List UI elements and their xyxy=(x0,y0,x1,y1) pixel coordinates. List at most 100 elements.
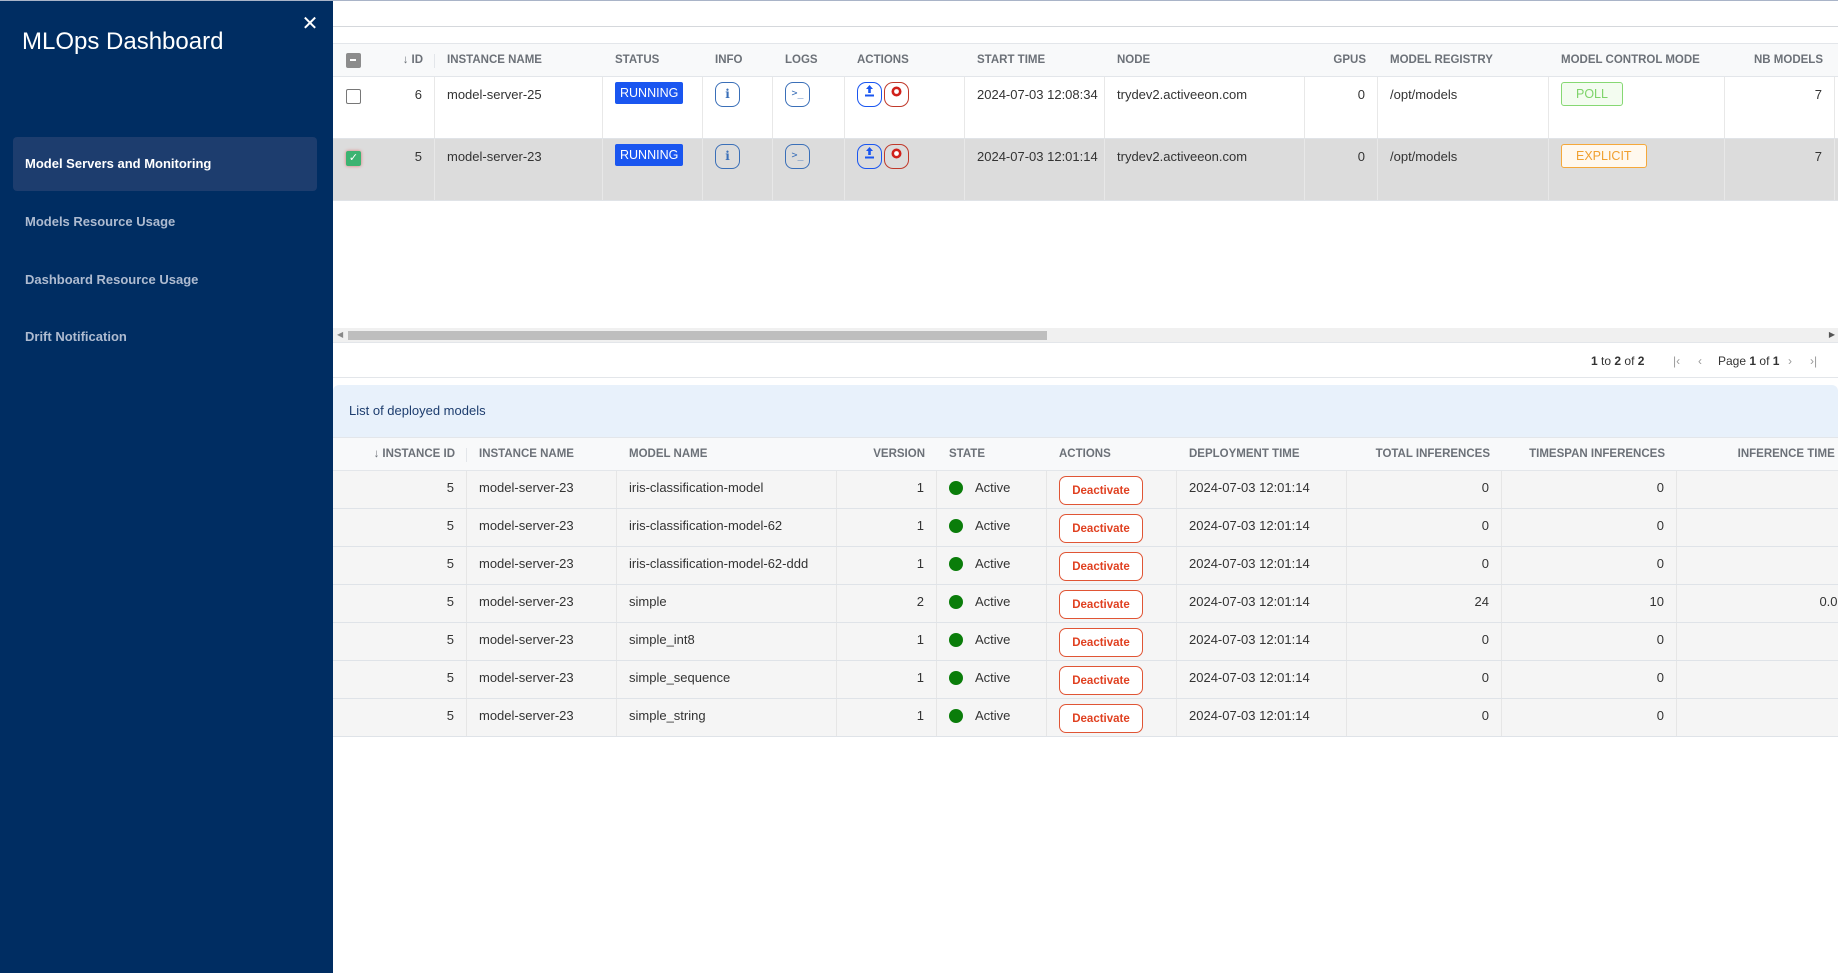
col-actions[interactable]: ACTIONS xyxy=(845,44,965,76)
col-model-control-mode[interactable]: MODEL CONTROL MODE xyxy=(1549,44,1725,76)
model-total-inferences: 0 xyxy=(1347,509,1502,546)
model-inference-time: 0 xyxy=(1677,623,1838,660)
col-instance-id[interactable]: ↓ INSTANCE ID xyxy=(333,438,467,470)
model-total-inferences: 24 xyxy=(1347,585,1502,622)
model-actions-cell: Deactivate xyxy=(1047,661,1177,698)
model-instance-name: model-server-23 xyxy=(467,661,617,698)
status-badge[interactable]: RUNNING xyxy=(615,82,684,104)
status-badge[interactable]: RUNNING xyxy=(615,144,684,166)
row-checkbox-checked[interactable]: ✓ xyxy=(346,151,361,166)
row-checkbox[interactable] xyxy=(346,89,361,104)
col-model-name[interactable]: MODEL NAME xyxy=(617,438,837,470)
deactivate-button[interactable]: Deactivate xyxy=(1059,552,1143,581)
deactivate-button[interactable]: Deactivate xyxy=(1059,590,1143,619)
model-row[interactable]: 5 model-server-23 simple_sequence 1 Acti… xyxy=(333,661,1838,699)
info-cell: i xyxy=(703,139,773,200)
server-node: trydev2.activeeon.com xyxy=(1105,139,1305,200)
model-deployment-time: 2024-07-03 12:01:14 xyxy=(1177,699,1347,736)
deploy-upload-icon[interactable] xyxy=(857,144,882,169)
horizontal-scrollbar[interactable]: ◀ ▶ xyxy=(333,328,1838,343)
col-logs[interactable]: LOGS xyxy=(773,44,845,76)
col-timespan-inferences[interactable]: TIMESPAN INFERENCES xyxy=(1502,438,1677,470)
model-row[interactable]: 5 model-server-23 iris-classification-mo… xyxy=(333,471,1838,509)
select-all-checkbox[interactable] xyxy=(346,53,361,68)
deactivate-button[interactable]: Deactivate xyxy=(1059,704,1143,733)
sidebar-item-dashboard-resource-usage[interactable]: Dashboard Resource Usage xyxy=(13,253,317,307)
col-nb-models[interactable]: NB MODELS xyxy=(1725,44,1835,76)
terminal-icon[interactable]: >_ xyxy=(785,82,810,107)
info-icon[interactable]: i xyxy=(715,82,740,107)
model-row[interactable]: 5 model-server-23 iris-classification-mo… xyxy=(333,509,1838,547)
sort-arrow-down-icon: ↓ xyxy=(373,448,380,460)
deactivate-button[interactable]: Deactivate xyxy=(1059,476,1143,505)
col-start-time[interactable]: START TIME xyxy=(965,44,1105,76)
model-state-cell: Active xyxy=(937,699,1047,736)
col-model-actions[interactable]: ACTIONS xyxy=(1047,438,1177,470)
model-row[interactable]: 5 model-server-23 simple_string 1 Active… xyxy=(333,699,1838,737)
col-total-inferences[interactable]: TOTAL INFERENCES xyxy=(1347,438,1502,470)
model-timespan-inferences: 0 xyxy=(1502,547,1677,584)
col-model-instance-name[interactable]: INSTANCE NAME xyxy=(467,438,617,470)
first-page-icon[interactable]: |‹ xyxy=(1673,354,1680,368)
sidebar-item-models-resource-usage[interactable]: Models Resource Usage xyxy=(13,195,317,249)
model-total-inferences: 0 xyxy=(1347,699,1502,736)
next-page-icon[interactable]: › xyxy=(1788,354,1792,368)
model-actions-cell: Deactivate xyxy=(1047,471,1177,508)
col-deployment-time[interactable]: DEPLOYMENT TIME xyxy=(1177,438,1347,470)
model-timespan-inferences: 0 xyxy=(1502,699,1677,736)
previous-page-icon[interactable]: ‹ xyxy=(1698,354,1702,368)
scrollbar-thumb[interactable] xyxy=(348,331,1047,340)
toolbar-strip xyxy=(333,1,1838,27)
model-instance-name: model-server-23 xyxy=(467,623,617,660)
col-instance-name[interactable]: INSTANCE NAME xyxy=(435,44,603,76)
active-status-dot-icon xyxy=(949,518,963,533)
terminal-icon[interactable]: >_ xyxy=(785,144,810,169)
col-node[interactable]: NODE xyxy=(1105,44,1305,76)
stop-icon[interactable] xyxy=(884,144,909,169)
model-state: Active xyxy=(975,632,1011,647)
model-row[interactable]: 5 model-server-23 iris-classification-mo… xyxy=(333,547,1838,585)
deactivate-button[interactable]: Deactivate xyxy=(1059,514,1143,543)
deactivate-button[interactable]: Deactivate xyxy=(1059,628,1143,657)
col-status[interactable]: STATUS xyxy=(603,44,703,76)
col-model-registry[interactable]: MODEL REGISTRY xyxy=(1378,44,1549,76)
model-row[interactable]: 5 model-server-23 simple_int8 1 Active D… xyxy=(333,623,1838,661)
sidebar-item-drift-notification[interactable]: Drift Notification xyxy=(13,310,317,364)
model-inference-time: 0.006 xyxy=(1819,594,1838,609)
select-all-cell xyxy=(333,44,373,76)
model-timespan-inferences: 0 xyxy=(1502,509,1677,546)
server-row[interactable]: 6 model-server-25 RUNNING i >_ 2024-07-0… xyxy=(333,77,1838,139)
last-page-icon[interactable]: ›| xyxy=(1810,354,1817,368)
deploy-upload-icon[interactable] xyxy=(857,82,882,107)
col-state[interactable]: STATE xyxy=(937,438,1047,470)
col-info[interactable]: INFO xyxy=(703,44,773,76)
model-name: iris-classification-model-62 xyxy=(617,509,837,546)
sidebar-item-model-servers[interactable]: Model Servers and Monitoring xyxy=(13,137,317,191)
col-id[interactable]: ↓ ID xyxy=(373,44,435,76)
server-row-selected[interactable]: ✓ 5 model-server-23 RUNNING i >_ 2024-07… xyxy=(333,139,1838,201)
col-gpus[interactable]: GPUS xyxy=(1305,44,1378,76)
server-nb-models: 7 xyxy=(1725,77,1835,138)
model-deployment-time: 2024-07-03 12:01:14 xyxy=(1177,623,1347,660)
model-inference-time: 0 xyxy=(1677,661,1838,698)
model-deployment-time: 2024-07-03 12:01:14 xyxy=(1177,471,1347,508)
model-version: 1 xyxy=(837,547,937,584)
scroll-left-arrow-icon[interactable]: ◀ xyxy=(337,330,343,339)
stop-icon[interactable] xyxy=(884,82,909,107)
model-instance-name: model-server-23 xyxy=(467,699,617,736)
close-icon[interactable]: ✕ xyxy=(300,13,320,35)
model-state: Active xyxy=(975,670,1011,685)
col-inference-time[interactable]: INFERENCE TIME (m xyxy=(1677,438,1838,470)
servers-table-header: ↓ ID INSTANCE NAME STATUS INFO LOGS ACTIO… xyxy=(333,43,1838,77)
col-version[interactable]: VERSION xyxy=(837,438,937,470)
model-state-cell: Active xyxy=(937,471,1047,508)
model-instance-name: model-server-23 xyxy=(467,547,617,584)
model-name: simple_sequence xyxy=(617,661,837,698)
model-version: 1 xyxy=(837,509,937,546)
model-row[interactable]: 5 model-server-23 simple 2 Active Deacti… xyxy=(333,585,1838,623)
scroll-right-arrow-icon[interactable]: ▶ xyxy=(1829,330,1835,339)
model-actions-cell: Deactivate xyxy=(1047,509,1177,546)
info-icon[interactable]: i xyxy=(715,144,740,169)
model-version: 1 xyxy=(837,471,937,508)
deactivate-button[interactable]: Deactivate xyxy=(1059,666,1143,695)
